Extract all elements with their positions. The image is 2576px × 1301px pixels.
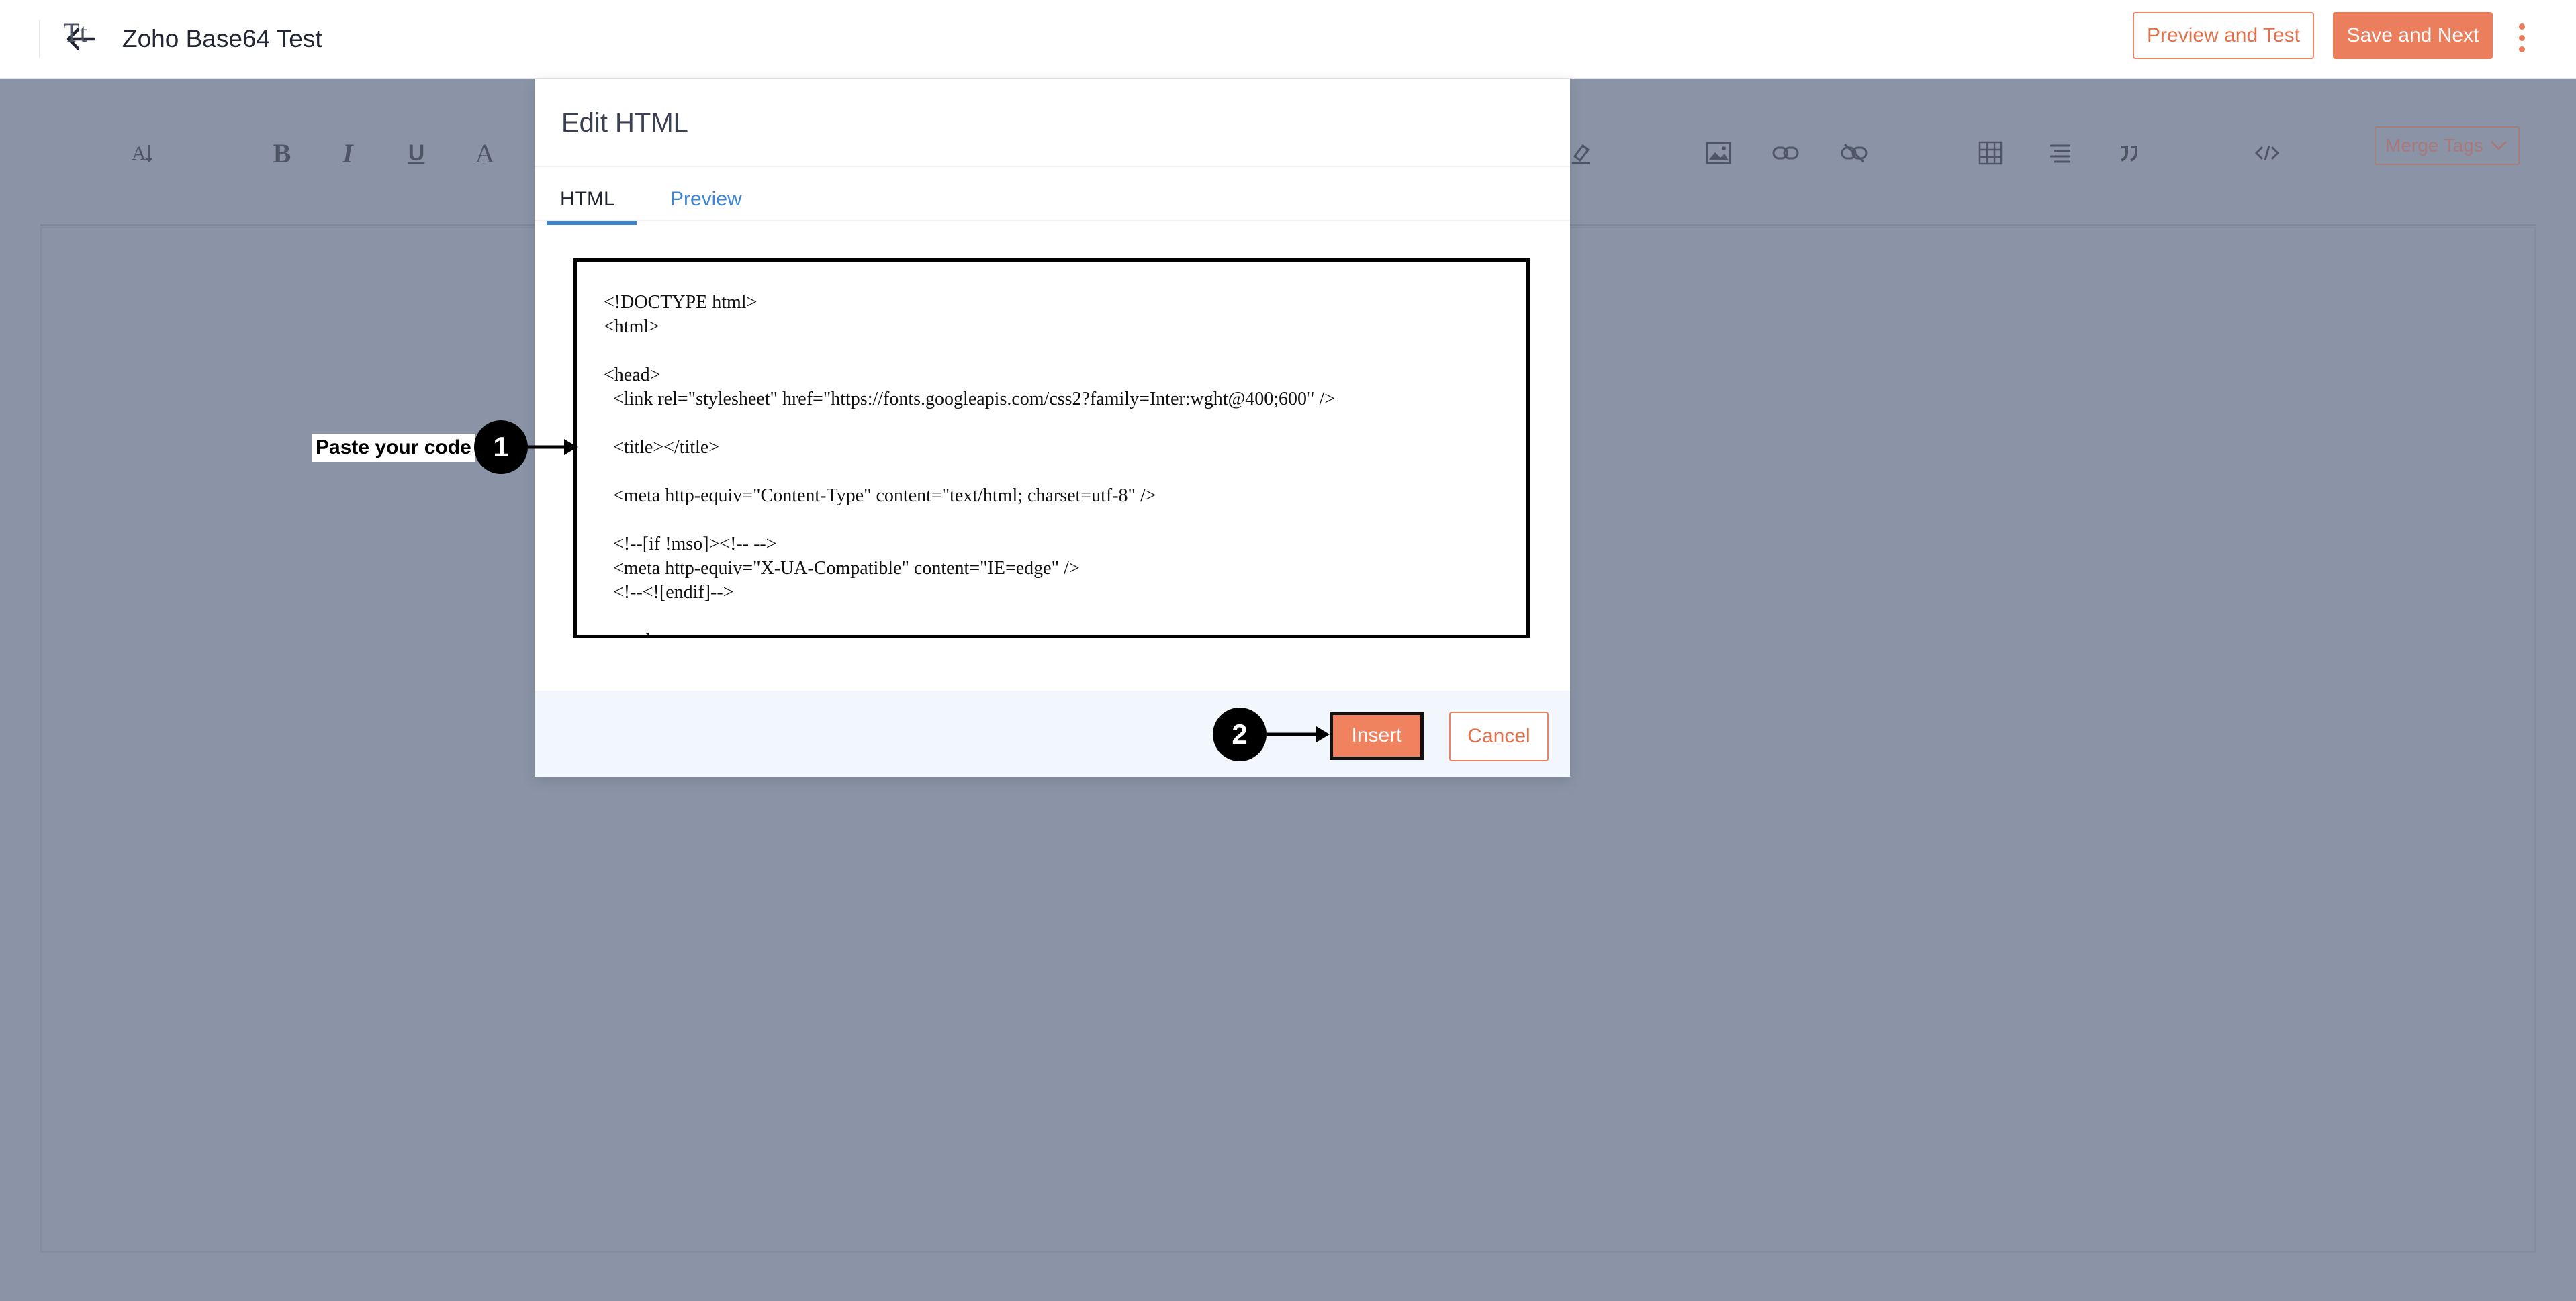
code-view-icon[interactable] [2252,121,2282,185]
italic-icon[interactable]: I [333,121,363,185]
code-line: <title></title> [604,437,720,458]
highlight-icon[interactable] [1566,121,1596,185]
unlink-icon[interactable] [1839,121,1870,185]
chevron-down-icon [2490,140,2508,151]
step2-badge: 2 [1213,708,1267,761]
font-color-icon[interactable]: A [470,121,500,185]
step1-arrow-icon [528,439,578,455]
modal-header-divider [535,166,1570,167]
tab-html-label: HTML [560,188,615,210]
image-icon[interactable] [1703,121,1734,185]
page-title: Zoho Base64 Test [122,25,322,52]
merge-tags-label: Merge Tags [2385,135,2483,156]
code-line: <!--[if !mso]><!-- --> [604,534,777,555]
step1-badge: 1 [474,420,528,474]
tabs-divider [535,220,1570,221]
tab-preview[interactable]: Preview [670,179,742,220]
table-icon[interactable] [1976,121,2005,185]
step2-arrow-icon [1267,726,1330,742]
insert-button[interactable]: Insert [1330,712,1424,760]
header-divider [39,20,40,58]
align-icon[interactable] [2045,121,2075,185]
code-line: <meta http-equiv="X-UA-Compatible" conte… [604,558,1080,579]
svg-text:A: A [132,142,146,164]
more-options-icon[interactable] [2512,17,2532,58]
html-code-editor[interactable]: <!DOCTYPE html> <html> <head> <link rel=… [573,258,1530,638]
code-line: <!DOCTYPE html> [604,292,757,313]
save-and-next-button[interactable]: Save and Next [2333,12,2493,59]
code-line: <style> [604,630,670,635]
preview-and-test-button[interactable]: Preview and Test [2133,12,2314,59]
tab-html[interactable]: HTML [547,179,637,225]
modal-title: Edit HTML [561,108,688,138]
code-line: <meta http-equiv="Content-Type" content=… [604,485,1156,506]
quote-icon[interactable] [2114,121,2144,185]
code-line: <head> [604,365,661,385]
text-size-icon[interactable]: Tt [60,0,90,64]
step1-callout-label: Paste your code [312,434,475,462]
underline-icon[interactable]: U [402,121,431,185]
edit-html-modal: Edit HTML HTML Preview <!DOCTYPE html> <… [535,79,1570,777]
code-line: <html> [604,316,659,337]
font-family-icon[interactable]: A [128,121,157,185]
cancel-button[interactable]: Cancel [1449,712,1549,761]
top-header: Zoho Base64 Test Preview and Test Save a… [0,0,2576,79]
bold-icon[interactable]: B [267,121,297,185]
code-line: <!--<![endif]--> [604,582,734,603]
link-icon[interactable] [1770,121,1801,185]
active-tab-indicator [547,221,637,225]
code-line: <link rel="stylesheet" href="https://fon… [604,389,1336,409]
merge-tags-dropdown[interactable]: Merge Tags [2375,126,2520,165]
